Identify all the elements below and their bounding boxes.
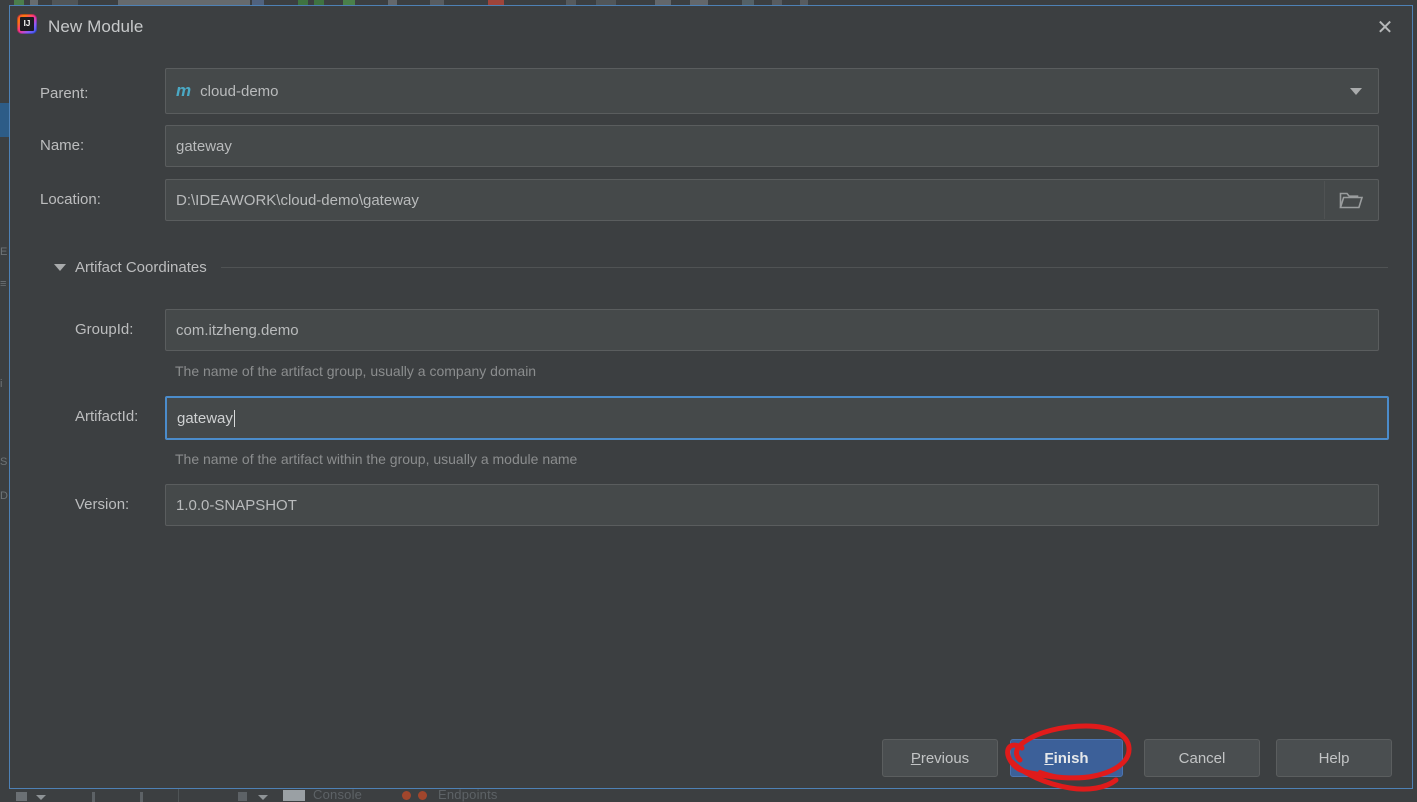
section-divider xyxy=(220,266,1388,268)
previous-button-mnemonic: P xyxy=(910,749,921,767)
ide-sidebar-glyph: ≡ xyxy=(0,278,7,290)
finish-button-label: inish xyxy=(1053,749,1089,767)
name-label: Name: xyxy=(40,137,85,154)
maven-module-icon: m xyxy=(176,81,192,100)
ide-sidebar-selection xyxy=(0,103,9,137)
intellij-idea-icon xyxy=(17,14,37,34)
folder-open-icon[interactable] xyxy=(1324,181,1377,219)
new-module-dialog: New Module ✕ Parent: m cloud-demo Name: … xyxy=(9,5,1413,789)
ide-tab-endpoints[interactable]: Endpoints xyxy=(438,787,498,802)
parent-value: cloud-demo xyxy=(200,82,279,100)
finish-button-mnemonic: F xyxy=(1044,749,1054,767)
ide-sidebar-glyph: E xyxy=(0,246,8,258)
help-button[interactable]: Help xyxy=(1276,739,1392,777)
artifactid-hint: The name of the artifact within the grou… xyxy=(175,451,578,467)
text-caret xyxy=(233,409,235,427)
groupid-value: com.itzheng.demo xyxy=(176,321,299,339)
parent-combobox[interactable]: m cloud-demo xyxy=(165,68,1379,114)
artifact-coordinates-title: Artifact Coordinates xyxy=(75,258,207,276)
cancel-button-label: Cancel xyxy=(1178,749,1226,767)
version-input[interactable]: 1.0.0-SNAPSHOT xyxy=(165,484,1379,526)
ide-sidebar-glyph: S xyxy=(0,456,8,468)
ide-tab-console[interactable]: Console xyxy=(313,787,362,802)
close-icon[interactable]: ✕ xyxy=(1372,15,1398,41)
artifact-coordinates-section-header[interactable]: Artifact Coordinates xyxy=(54,257,1388,277)
previous-button[interactable]: Previous xyxy=(882,739,998,777)
artifactid-input[interactable]: gateway xyxy=(165,396,1389,440)
chevron-down-icon[interactable] xyxy=(1350,88,1362,95)
groupid-hint: The name of the artifact group, usually … xyxy=(175,363,537,379)
parent-label: Parent: xyxy=(40,85,89,102)
triangle-down-icon[interactable] xyxy=(54,263,66,271)
version-value: 1.0.0-SNAPSHOT xyxy=(176,496,297,514)
location-label: Location: xyxy=(40,191,101,208)
cancel-button[interactable]: Cancel xyxy=(1144,739,1260,777)
location-input[interactable]: D:\IDEAWORK\cloud-demo\gateway xyxy=(165,179,1379,221)
location-value: D:\IDEAWORK\cloud-demo\gateway xyxy=(176,191,419,209)
groupid-input[interactable]: com.itzheng.demo xyxy=(165,309,1379,351)
finish-button[interactable]: Finish xyxy=(1010,739,1123,777)
name-input[interactable]: gateway xyxy=(165,125,1379,167)
ide-sidebar-glyph: D xyxy=(0,490,8,502)
groupid-label: GroupId: xyxy=(75,321,134,338)
name-value: gateway xyxy=(176,137,232,155)
artifactid-value: gateway xyxy=(177,409,233,427)
artifactid-label: ArtifactId: xyxy=(75,408,139,425)
help-button-label: Help xyxy=(1318,749,1350,767)
previous-button-label: revious xyxy=(920,749,970,767)
ide-sidebar-glyph: i xyxy=(0,378,3,390)
dialog-titlebar: New Module ✕ xyxy=(10,6,1412,50)
version-label: Version: xyxy=(75,496,130,513)
dialog-title: New Module xyxy=(48,17,144,36)
